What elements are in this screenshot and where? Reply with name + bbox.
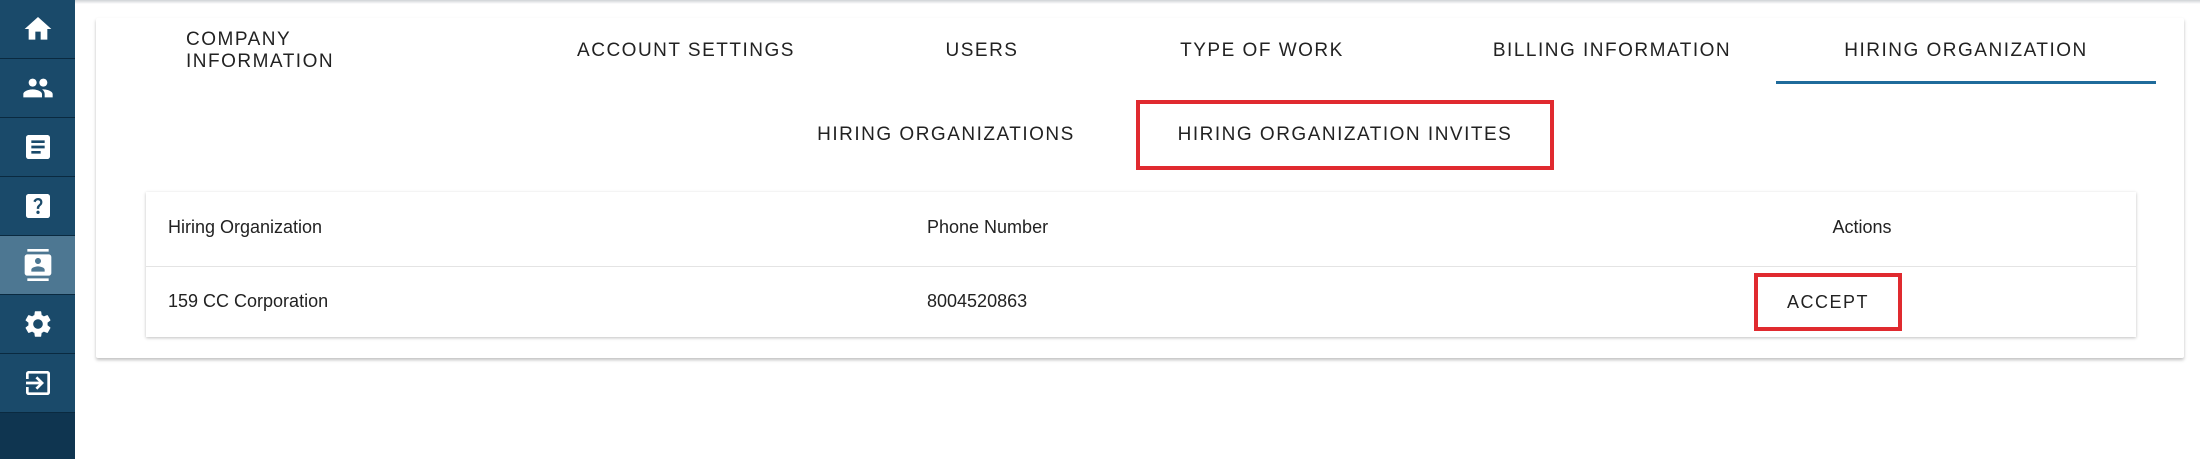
tab-hiring-organization[interactable]: HIRING ORGANIZATION [1776, 18, 2156, 84]
sidebar [0, 0, 75, 459]
tab-type-of-work[interactable]: TYPE OF WORK [1162, 18, 1362, 84]
logout-icon [25, 371, 50, 395]
contact-card-icon [24, 249, 51, 281]
tab-company-information[interactable]: COMPANY INFORMATION [186, 18, 416, 84]
content-card: COMPANY INFORMATION ACCOUNT SETTINGS USE… [96, 18, 2184, 358]
subtab-hiring-organization-invites[interactable]: HIRING ORGANIZATION INVITES [1136, 100, 1554, 170]
table-row: 159 CC Corporation 8004520863 ACCEPT [146, 266, 2136, 337]
table-header: Hiring Organization Phone Number Actions [146, 192, 2136, 267]
gear-icon [25, 311, 50, 337]
tab-users[interactable]: USERS [942, 18, 1022, 84]
sidebar-item-help[interactable] [0, 177, 75, 236]
sidebar-item-documents[interactable] [0, 118, 75, 177]
sidebar-item-home[interactable] [0, 0, 75, 59]
invites-table: Hiring Organization Phone Number Actions… [146, 192, 2136, 337]
column-header-actions: Actions [1832, 216, 1892, 237]
column-header-hiring-organization: Hiring Organization [168, 216, 323, 237]
subtab-hiring-organizations[interactable]: HIRING ORGANIZATIONS [796, 100, 1096, 170]
sub-tabs: HIRING ORGANIZATIONS HIRING ORGANIZATION… [96, 100, 2184, 170]
sidebar-item-logout[interactable] [0, 354, 75, 413]
home-icon [24, 17, 51, 40]
accept-button[interactable]: ACCEPT [1754, 273, 1902, 331]
help-icon [25, 194, 50, 218]
top-shadow [75, 0, 2200, 4]
column-header-phone-number: Phone Number [927, 216, 1049, 237]
people-icon [22, 78, 53, 98]
cell-hiring-organization: 159 CC Corporation [168, 290, 329, 311]
main-tabs: COMPANY INFORMATION ACCOUNT SETTINGS USE… [96, 18, 2184, 84]
sidebar-footer [0, 415, 75, 459]
cell-phone-number: 8004520863 [927, 290, 1028, 311]
sidebar-item-settings[interactable] [0, 295, 75, 354]
tab-account-settings[interactable]: ACCOUNT SETTINGS [576, 18, 796, 84]
sidebar-item-people[interactable] [0, 59, 75, 118]
tab-billing-information[interactable]: BILLING INFORMATION [1462, 18, 1762, 84]
sidebar-item-contacts[interactable] [0, 236, 75, 295]
document-icon [25, 135, 50, 159]
